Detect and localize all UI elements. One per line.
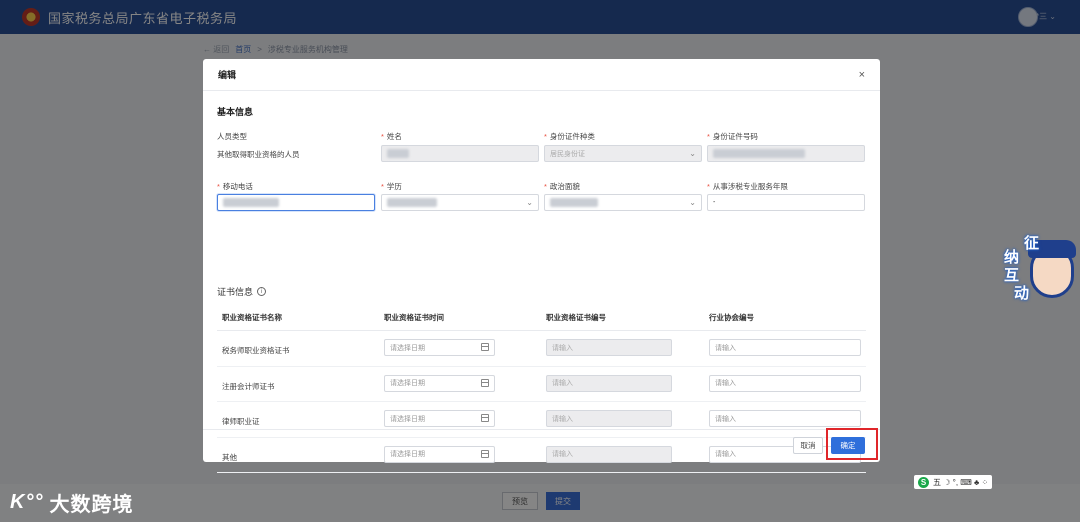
assoc-number-field[interactable]: 请输入 <box>709 374 861 392</box>
person-type-label: 人员类型 <box>217 132 247 141</box>
chevron-down-icon: ⌄ <box>689 198 696 207</box>
info-icon[interactable]: i <box>257 287 267 296</box>
table-row: 税务师职业资格证书 请选择日期 请输入 请输入 <box>217 331 866 367</box>
watermark-logo-icon: K°° <box>10 491 44 513</box>
edit-modal: 编辑 × 基本信息 人员类型 其他取得职业资格的人员 姓名 身份证件种类 居民身… <box>203 59 880 473</box>
watermark-text: 大数跨境 <box>49 494 134 516</box>
id-number-label: 身份证件号码 <box>707 131 758 142</box>
widget-char-1: 征 <box>1024 235 1040 252</box>
watermark: K°° 大数跨境 <box>10 488 133 517</box>
cert-number-field[interactable]: 请输入 <box>546 410 672 427</box>
chevron-down-icon: ⌄ <box>689 149 696 158</box>
modal-title: 编辑 <box>218 70 237 80</box>
name-field[interactable] <box>381 145 539 162</box>
redacted-text <box>713 149 805 158</box>
mobile-label: 移动电话 <box>217 181 253 192</box>
col-cert-number: 职业资格证书编号 <box>546 313 606 322</box>
calendar-icon <box>481 378 489 387</box>
section-basic-info: 基本信息 <box>217 107 254 117</box>
cert-name: 律师职业证 <box>222 417 260 426</box>
cert-section-title: 证书信息 <box>217 287 254 297</box>
section-cert-info: 证书信息 i <box>217 285 267 298</box>
political-select[interactable]: ⌄ <box>544 194 702 211</box>
years-label: 从事涉税专业服务年限 <box>707 181 788 192</box>
cert-name: 税务师职业资格证书 <box>222 346 290 355</box>
redacted-text <box>387 198 437 207</box>
highlight-box <box>826 428 878 460</box>
col-cert-date: 职业资格证书时间 <box>384 313 444 322</box>
cert-table-header: 职业资格证书名称 职业资格证书时间 职业资格证书编号 行业协会编号 <box>217 301 866 331</box>
redacted-text <box>387 149 409 158</box>
close-icon[interactable]: × <box>859 69 865 81</box>
years-field[interactable]: - <box>707 194 865 211</box>
redacted-text <box>223 198 279 207</box>
mobile-field[interactable] <box>217 194 375 211</box>
date-placeholder: 请选择日期 <box>390 415 425 423</box>
ime-logo-icon: S <box>918 476 929 488</box>
cert-date-picker[interactable]: 请选择日期 <box>384 339 495 356</box>
calendar-icon <box>481 414 489 422</box>
cert-date-picker[interactable]: 请选择日期 <box>384 374 495 392</box>
cert-date-picker[interactable]: 请选择日期 <box>384 410 495 427</box>
political-label: 政治面貌 <box>544 181 580 192</box>
tax-interaction-widget[interactable]: 征 纳 互 动 <box>1000 235 1076 302</box>
education-label: 学历 <box>381 181 402 192</box>
modal-footer <box>203 429 880 462</box>
ime-toolbar[interactable]: S 五 ☽ °, ⌨ ♣ ⁘ <box>914 475 993 489</box>
redacted-text <box>550 198 598 207</box>
education-select[interactable]: ⌄ <box>381 194 539 211</box>
id-type-label: 身份证件种类 <box>544 131 595 142</box>
id-type-select[interactable]: 居民身份证 ⌄ <box>544 145 702 162</box>
person-type-value: 其他取得职业资格的人员 <box>217 150 300 159</box>
table-row: 注册会计师证书 请选择日期 请输入 请输入 <box>217 367 866 402</box>
assoc-number-field[interactable]: 请输入 <box>709 339 861 356</box>
name-label: 姓名 <box>381 131 402 142</box>
cert-number-field[interactable]: 请输入 <box>546 374 672 392</box>
calendar-icon <box>481 343 489 351</box>
widget-char-4: 动 <box>1014 285 1030 302</box>
cert-name: 注册会计师证书 <box>222 381 275 391</box>
ime-tools[interactable]: 五 ☽ °, ⌨ ♣ ⁘ <box>933 477 988 488</box>
col-cert-name: 职业资格证书名称 <box>222 313 282 322</box>
date-placeholder: 请选择日期 <box>390 344 425 352</box>
modal-header: 编辑 × <box>203 59 880 91</box>
assoc-number-field[interactable]: 请输入 <box>709 410 861 427</box>
cert-number-field[interactable]: 请输入 <box>546 339 672 356</box>
chevron-down-icon: ⌄ <box>526 198 533 207</box>
date-placeholder: 请选择日期 <box>390 380 425 387</box>
col-assoc-number: 行业协会编号 <box>709 313 754 322</box>
id-type-value: 居民身份证 <box>550 150 585 158</box>
cancel-button[interactable]: 取消 <box>793 437 823 454</box>
id-number-field[interactable] <box>707 145 865 162</box>
